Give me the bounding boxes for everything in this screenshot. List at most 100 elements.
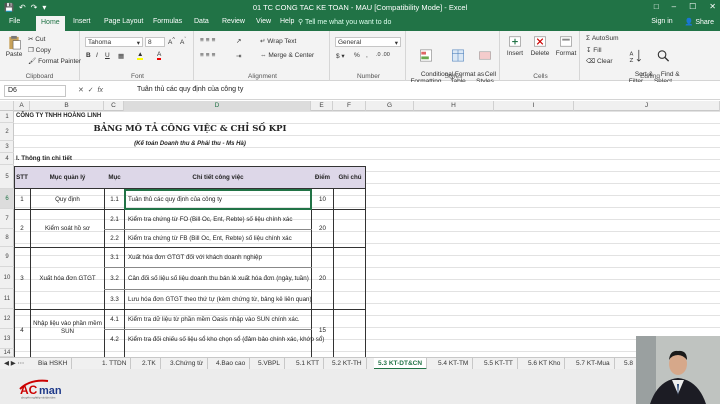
sheet-subtitle: (Kế toán Doanh thu & Phải thu - Ms Hà) [134, 141, 246, 147]
column-header[interactable]: B [30, 101, 104, 111]
merge-center-button[interactable]: ⇔ Merge & Center [260, 52, 314, 59]
fill-label: Fill [593, 47, 602, 54]
borders-icon[interactable]: ▦ [118, 52, 124, 60]
cells-group-label: Cells [533, 73, 548, 80]
item-muc: 4.1 [110, 316, 119, 323]
column-header[interactable]: A [14, 101, 30, 111]
select-all-corner[interactable] [0, 101, 14, 111]
bold-button[interactable]: B [86, 52, 91, 59]
tell-me-search[interactable]: ⚲ Tell me what you want to do [298, 18, 391, 26]
column-header[interactable]: H [414, 101, 494, 111]
percent-icon[interactable]: % [354, 52, 360, 59]
eraser-icon: ⌫ [586, 58, 596, 65]
delete-cells-button[interactable]: Delete [528, 34, 552, 57]
font-color-icon[interactable]: A [157, 51, 162, 60]
number-format-select[interactable]: General ▾ [335, 37, 401, 47]
column-headers: A B C D E F G H I J [0, 101, 720, 111]
row-header[interactable]: 10 [0, 267, 14, 289]
maximize-button[interactable]: ☐ [689, 2, 696, 11]
font-name-select[interactable]: Tahoma ▾ [85, 37, 143, 47]
tab-formulas[interactable]: Formulas [153, 18, 182, 25]
tab-home[interactable]: Home [36, 16, 65, 31]
paste-button[interactable]: Paste [3, 35, 25, 58]
horizontal-align-icons[interactable]: ≡≡≡ [200, 52, 217, 59]
share-button[interactable]: 👤 Share [685, 18, 714, 26]
row-header[interactable]: 5 [0, 165, 14, 189]
font-group: Tahoma ▾ 8 A^ Aˇ B I U ▦ ▲ A Font [82, 31, 194, 81]
column-header[interactable]: C [104, 101, 124, 111]
wrap-text-button[interactable]: ↵ Wrap Text [260, 37, 296, 45]
merge-icon: ⇔ [260, 52, 267, 59]
group-diem: 15 [319, 327, 326, 334]
cut-button[interactable]: ✂ Cut [28, 35, 45, 43]
clear-button[interactable]: ⌫ Clear [586, 57, 613, 65]
shrink-font-button[interactable]: Aˇ [180, 37, 186, 46]
company-name: CÔNG TY TNHH HOÀNG LINH [16, 113, 102, 119]
magnifier-icon [657, 50, 670, 62]
number-format-value: General [338, 39, 362, 46]
close-button[interactable]: ✕ [709, 2, 716, 11]
decimal-icons[interactable]: .0 .00 [376, 52, 390, 58]
item-text: Kiểm tra dữ liệu từ phần mềm Oasis nhập … [128, 316, 300, 323]
tab-page-layout[interactable]: Page Layout [104, 18, 143, 25]
underline-button[interactable]: U [105, 52, 110, 59]
row-header[interactable]: 12 [0, 309, 14, 329]
column-header[interactable]: D [124, 101, 311, 111]
column-header[interactable]: J [574, 101, 720, 111]
column-header[interactable]: G [366, 101, 414, 111]
tab-file[interactable]: File [9, 18, 20, 25]
row-header[interactable]: 9 [0, 247, 14, 267]
orientation-icon[interactable]: ↗ [236, 37, 241, 45]
chevron-down-icon: ▾ [394, 40, 398, 47]
name-box[interactable]: D6 [4, 85, 66, 97]
chevron-down-icon: ▾ [136, 40, 140, 47]
format-cells-button[interactable]: Format [554, 34, 578, 57]
row-header[interactable]: 2 [0, 123, 14, 141]
item-muc: 1.1 [110, 196, 119, 203]
column-header[interactable]: F [333, 101, 366, 111]
tab-help[interactable]: Help [280, 18, 294, 25]
row-headers: 1 2 3 4 5 6 7 8 9 10 11 12 13 14 [0, 111, 14, 357]
cancel-icon[interactable]: ✕ [78, 87, 84, 94]
fill-button[interactable]: ↧ Fill [586, 46, 602, 54]
column-header[interactable]: E [311, 101, 333, 111]
formula-input[interactable]: Tuân thủ các quy định của công ty [134, 85, 714, 97]
insert-function-icon[interactable]: fx [98, 87, 103, 94]
tab-data[interactable]: Data [194, 18, 209, 25]
fill-color-icon[interactable]: ▲ [137, 51, 144, 60]
row-header[interactable]: 14 [0, 349, 14, 357]
font-size-select[interactable]: 8 [145, 37, 165, 47]
vertical-align-icons[interactable]: ≡≡≡ [200, 37, 217, 44]
row-header[interactable]: 1 [0, 111, 14, 123]
row-header[interactable]: 7 [0, 209, 14, 229]
ribbon-display-icon[interactable]: □ [654, 2, 659, 11]
grow-font-button[interactable]: A^ [168, 37, 175, 46]
row-header[interactable]: 13 [0, 329, 14, 349]
autosum-button[interactable]: Σ AutoSum [586, 35, 619, 42]
group-diem: 10 [319, 196, 326, 203]
comma-icon[interactable]: , [366, 52, 368, 59]
tab-insert[interactable]: Insert [73, 18, 91, 25]
row-header[interactable]: 11 [0, 289, 14, 309]
worksheet-grid[interactable]: CÔNG TY TNHH HOÀNG LINH BẢNG MÔ TẢ CÔNG … [14, 111, 720, 357]
copy-button[interactable]: ❐ Copy [28, 46, 51, 54]
row-header[interactable]: 8 [0, 229, 14, 247]
confirm-icon[interactable]: ✓ [88, 87, 94, 94]
item-muc: 3.3 [110, 296, 119, 303]
format-painter-label: Format Painter [38, 58, 82, 65]
column-header[interactable]: I [494, 101, 574, 111]
row-header[interactable]: 4 [0, 153, 14, 165]
italic-button[interactable]: I [96, 52, 98, 59]
insert-cells-button[interactable]: Insert [504, 34, 526, 57]
share-label: Share [695, 19, 714, 26]
format-painter-button[interactable]: 🖌 Format Painter [28, 57, 81, 65]
indent-icon[interactable]: ⇥ [236, 52, 241, 60]
clear-label: Clear [597, 58, 613, 65]
tab-review[interactable]: Review [222, 18, 245, 25]
currency-icon[interactable]: $ ▾ [336, 52, 345, 60]
row-header[interactable]: 3 [0, 141, 14, 153]
tab-view[interactable]: View [256, 18, 271, 25]
sign-in-link[interactable]: Sign in [651, 18, 672, 26]
minimize-button[interactable]: – [672, 2, 676, 11]
row-header[interactable]: 6 [0, 189, 14, 209]
